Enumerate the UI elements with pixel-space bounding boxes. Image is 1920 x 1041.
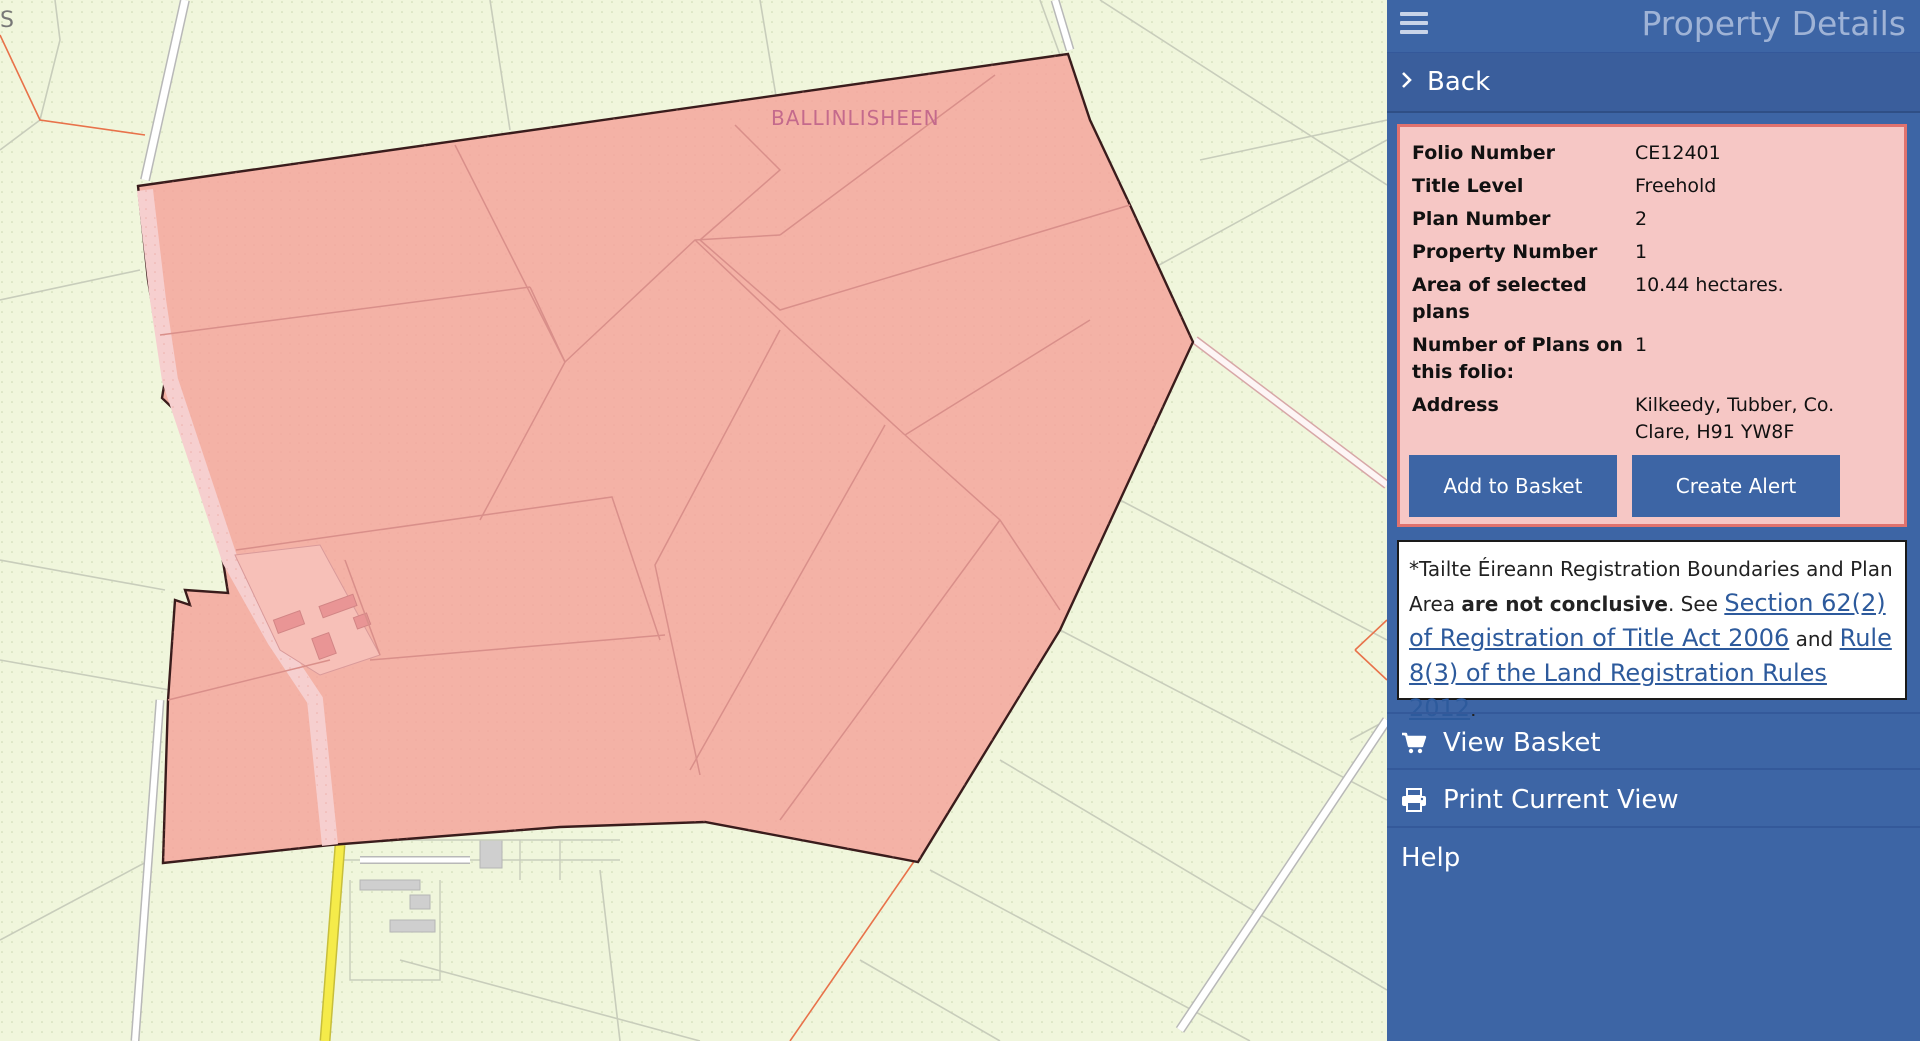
printer-icon [1401, 787, 1431, 812]
plans-count-label: Number of Plans on this folio: [1412, 334, 1623, 383]
folio-number-value: CE12401 [1635, 142, 1721, 164]
add-to-basket-button[interactable]: Add to Basket [1409, 455, 1617, 517]
create-alert-button[interactable]: Create Alert [1632, 455, 1840, 517]
print-current-view-button[interactable]: Print Current View [1387, 771, 1920, 828]
disclaimer-bold: are not conclusive [1461, 592, 1668, 616]
view-basket-button[interactable]: View Basket [1387, 714, 1920, 771]
boundary-disclaimer: *Tailte Éireann Registration Boundaries … [1397, 540, 1907, 722]
townland-label: BALLINLISHEEN [771, 106, 940, 130]
title-level-label: Title Level [1412, 175, 1524, 197]
property-number-label: Property Number [1412, 241, 1598, 263]
area-label: Area of selected plans [1412, 274, 1587, 323]
folio-number-label: Folio Number [1412, 142, 1556, 164]
panel-title: Property Details [1641, 4, 1906, 43]
plans-count-value: 1 [1635, 334, 1648, 356]
address-value: Kilkeedy, Tubber, Co. Clare, H91 YW8F [1635, 394, 1835, 443]
address-label: Address [1412, 394, 1499, 416]
view-basket-label: View Basket [1443, 727, 1601, 758]
property-details-box: Folio Number CE12401 Title Level Freehol… [1397, 124, 1907, 527]
disclaimer-see: . See [1667, 592, 1725, 616]
back-button[interactable]: Back [1387, 53, 1920, 113]
property-number-value: 1 [1635, 241, 1648, 263]
help-label: Help [1401, 842, 1461, 873]
help-button[interactable]: Help [1387, 829, 1920, 886]
plan-number-label: Plan Number [1412, 208, 1551, 230]
title-level-value: Freehold [1635, 175, 1717, 197]
property-details-panel: Property Details Back Folio Number CE124… [1387, 0, 1920, 1041]
area-value: 10.44 hectares. [1635, 274, 1784, 296]
map-view[interactable]: BALLINLISHEEN S [0, 0, 1387, 1041]
shopping-cart-icon [1401, 732, 1431, 754]
back-label: Back [1427, 67, 1491, 97]
hamburger-icon[interactable] [1400, 12, 1428, 36]
chevron-right-icon [1401, 70, 1413, 95]
print-current-view-label: Print Current View [1443, 784, 1679, 815]
disclaimer-and: and [1789, 627, 1840, 651]
map-canvas[interactable] [0, 0, 1387, 1041]
plan-number-value: 2 [1635, 208, 1648, 230]
panel-header: Property Details [1387, 0, 1920, 53]
map-edge-label: S [0, 8, 14, 33]
